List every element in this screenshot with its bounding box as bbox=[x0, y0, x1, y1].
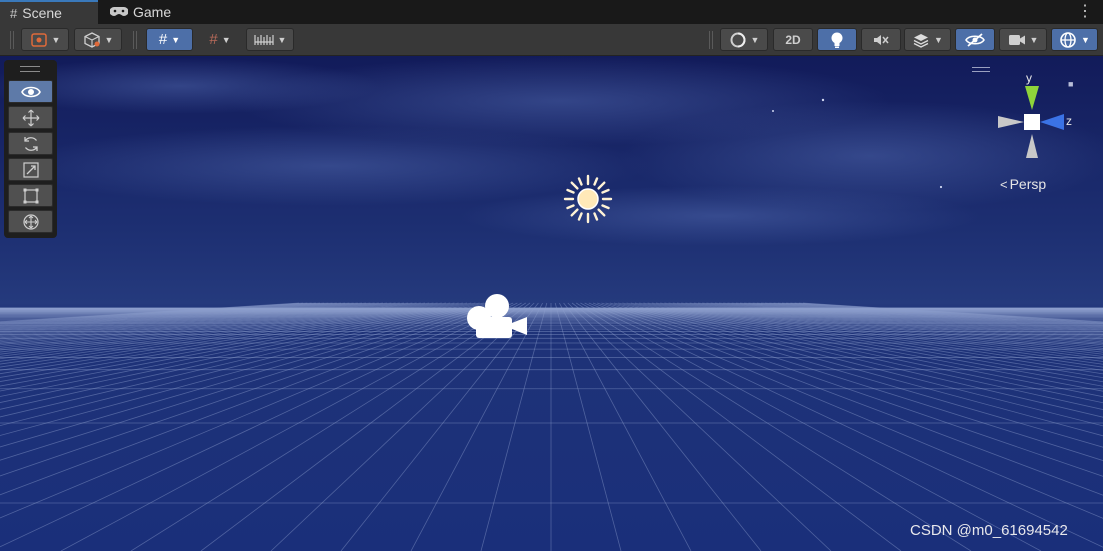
perspective-icon: < bbox=[1000, 176, 1008, 192]
gizmo-z-cone[interactable] bbox=[1040, 114, 1064, 130]
audio-toggle[interactable] bbox=[861, 28, 901, 51]
tab-game-label: Game bbox=[133, 4, 172, 20]
scene-viewport[interactable]: ■ y z < Persp CSDN @m0_61694542 bbox=[0, 56, 1103, 551]
chevron-down-icon: ▼ bbox=[1029, 34, 1039, 45]
gizmo-z-label: z bbox=[1066, 114, 1072, 128]
projection-label: Persp bbox=[1009, 176, 1047, 192]
chevron-down-icon: ▼ bbox=[277, 34, 287, 45]
globe-icon bbox=[1060, 31, 1076, 48]
chevron-down-icon: ▼ bbox=[104, 34, 114, 45]
kebab-menu-icon[interactable]: ⋮ bbox=[1077, 2, 1093, 22]
eye-icon bbox=[20, 86, 41, 97]
toolbar-grip bbox=[133, 31, 137, 49]
gizmos-button[interactable]: ▼ bbox=[1051, 28, 1098, 51]
orientation-button[interactable]: ▼ bbox=[720, 28, 768, 51]
tool-panel bbox=[4, 60, 57, 238]
chevron-down-icon: ▼ bbox=[221, 34, 231, 45]
chevron-down-icon: ▼ bbox=[1081, 34, 1090, 45]
gizmo-neg-z-cone[interactable] bbox=[998, 116, 1024, 128]
lightbulb-icon bbox=[831, 32, 843, 48]
gamepad-icon bbox=[109, 5, 129, 20]
layers-stack-icon bbox=[913, 33, 929, 48]
scene-visibility-toggle[interactable] bbox=[955, 28, 995, 51]
camera-gizmo-icon[interactable] bbox=[462, 291, 532, 341]
gizmo-y-cone[interactable] bbox=[1025, 86, 1039, 110]
watermark-text: CSDN @m0_61694542 bbox=[910, 522, 1068, 539]
directional-light-sun-icon[interactable] bbox=[563, 174, 613, 224]
gizmo-neg-y-cone[interactable] bbox=[1026, 134, 1038, 158]
tool-scale[interactable] bbox=[8, 158, 53, 181]
draw-mode-button[interactable]: ▼ bbox=[21, 28, 69, 51]
toolbar-grip bbox=[10, 31, 14, 49]
tool-rotate[interactable] bbox=[8, 132, 53, 155]
orientation-icon bbox=[730, 32, 746, 47]
tab-game[interactable]: Game bbox=[100, 0, 190, 24]
grid-icon: # bbox=[158, 31, 168, 48]
video-camera-icon bbox=[1008, 34, 1025, 45]
tab-bar: # Scene Game ⋮ bbox=[0, 0, 1103, 24]
hash-grid-icon: # bbox=[10, 5, 18, 21]
orientation-gizmo[interactable]: y z bbox=[990, 70, 1085, 165]
increment-snap-button[interactable]: ▼ bbox=[246, 28, 294, 51]
effects-button[interactable]: ▼ bbox=[904, 28, 951, 51]
chevron-down-icon: ▼ bbox=[51, 34, 61, 45]
two-d-toggle[interactable]: 2D bbox=[773, 28, 813, 51]
cube-icon bbox=[83, 31, 100, 48]
transform-icon bbox=[22, 213, 39, 230]
draw-mode-icon bbox=[30, 32, 47, 47]
tool-view[interactable] bbox=[8, 80, 53, 103]
scene-background bbox=[0, 56, 1103, 551]
chevron-down-icon: ▼ bbox=[171, 34, 181, 45]
panel-drag-handle[interactable] bbox=[20, 66, 40, 72]
ruler-icon bbox=[253, 34, 274, 45]
rect-transform-icon bbox=[23, 188, 38, 203]
eye-hidden-icon bbox=[965, 32, 985, 47]
move-arrows-icon bbox=[22, 109, 39, 126]
tool-rect[interactable] bbox=[8, 184, 53, 207]
render-mode-button[interactable]: ▼ bbox=[74, 28, 122, 51]
chevron-down-icon: ▼ bbox=[750, 34, 760, 45]
toolbar-grip bbox=[709, 31, 713, 49]
scene-toolbar: ▼ ▼ # ▼ # ▼ ▼ ▼ 2D ▼ ▼ ▼ bbox=[0, 24, 1103, 56]
tool-transform[interactable] bbox=[8, 210, 53, 233]
speaker-mute-icon bbox=[874, 34, 889, 45]
snap-grid-icon: # bbox=[209, 31, 218, 48]
tab-scene-label: Scene bbox=[22, 5, 62, 21]
gizmo-y-label: y bbox=[1026, 71, 1032, 85]
projection-toggle[interactable]: < Persp bbox=[1000, 176, 1046, 192]
tab-scene[interactable]: # Scene bbox=[0, 0, 98, 24]
grid-snap-button[interactable]: # ▼ bbox=[146, 28, 193, 51]
tool-move[interactable] bbox=[8, 106, 53, 129]
lighting-toggle[interactable] bbox=[817, 28, 857, 51]
rotate-icon bbox=[23, 136, 38, 151]
snap-increment-button[interactable]: # ▼ bbox=[197, 28, 243, 51]
camera-settings-button[interactable]: ▼ bbox=[999, 28, 1047, 51]
gizmo-drag-handle[interactable] bbox=[972, 67, 990, 72]
chevron-down-icon: ▼ bbox=[934, 34, 943, 45]
gizmo-center-cube[interactable] bbox=[1024, 114, 1040, 130]
two-d-label: 2D bbox=[785, 32, 801, 47]
scale-icon bbox=[22, 161, 39, 178]
